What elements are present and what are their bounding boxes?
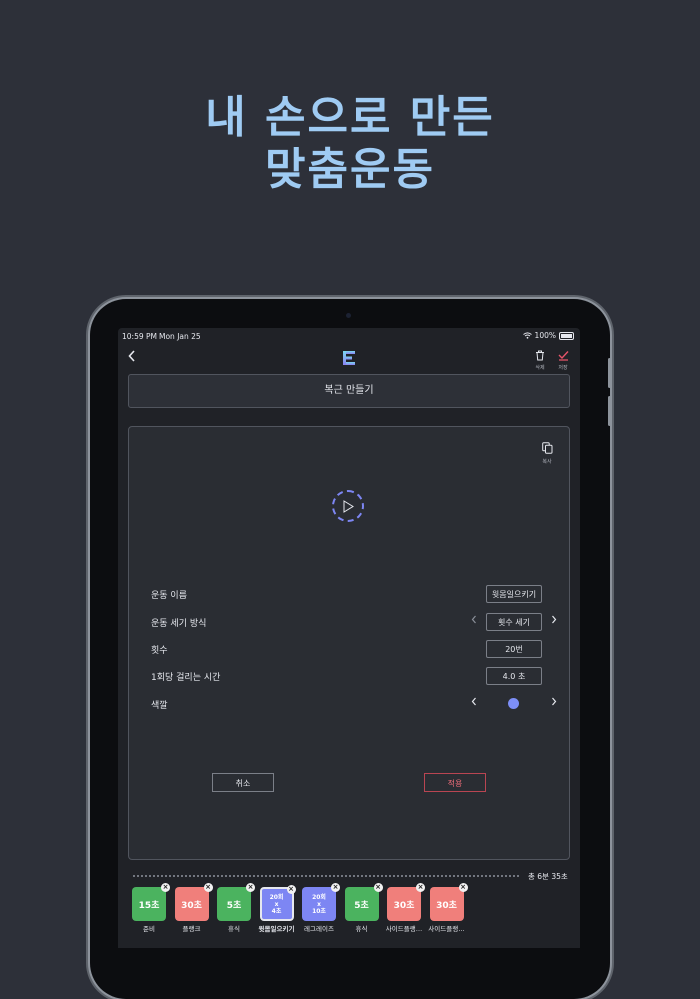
tablet-volume-down xyxy=(608,396,611,426)
battery-icon xyxy=(559,331,574,340)
timeline-card-value: 20회 x 10초 xyxy=(312,894,326,915)
color-label: 색깔 xyxy=(151,701,168,711)
count-mode-next-button[interactable] xyxy=(551,615,557,627)
remove-card-close-icon[interactable]: × xyxy=(416,883,425,892)
reps-label: 횟수 xyxy=(151,646,168,656)
remove-card-close-icon[interactable]: × xyxy=(286,885,296,894)
remove-card-close-icon[interactable]: × xyxy=(373,883,383,892)
delete-label: 삭제 xyxy=(535,365,545,371)
timeline-progress-dots xyxy=(132,875,520,877)
count-mode-label: 운동 세기 방식 xyxy=(151,619,207,629)
headline-line-2: 맞춤운동 xyxy=(265,144,435,195)
chevron-left-icon xyxy=(471,615,476,624)
timeline-card-value-line: 20회 xyxy=(269,893,284,901)
tablet-volume-up xyxy=(608,358,611,388)
timeline-card-label: 사이드플랭… xyxy=(428,925,465,933)
wifi-icon xyxy=(522,332,532,339)
status-date: Mon Jan 25 xyxy=(159,332,201,341)
exercise-name-label: 운동 이름 xyxy=(151,591,187,601)
nav-bar: 삭제 저장 xyxy=(118,346,580,374)
save-button[interactable]: 저장 xyxy=(552,346,574,371)
tablet-top-button xyxy=(520,297,544,299)
timeline-card[interactable]: 5초 × xyxy=(344,883,383,921)
color-prev-button[interactable] xyxy=(471,697,477,709)
play-preview-button[interactable] xyxy=(332,490,364,522)
status-time: 10:59 PM xyxy=(122,332,157,341)
total-time: 총 6분 35초 xyxy=(528,872,568,881)
timeline-card-label: 윗몸일으키기 xyxy=(258,925,295,933)
timeline-card-value: 20회 x 4초 xyxy=(270,894,284,915)
play-icon xyxy=(343,499,354,513)
chevron-left-icon xyxy=(471,697,476,706)
timeline-card-label: 준비 xyxy=(143,925,155,933)
timeline-card-value: 30초 xyxy=(436,900,457,911)
timeline-card-value-line: x xyxy=(317,900,321,908)
time-per-rep-row: 1회당 걸리는 시간 4.0 초 xyxy=(129,667,569,687)
timeline-card-value: 15초 xyxy=(138,900,160,911)
timeline-card-value-line: x xyxy=(274,900,279,908)
timeline-card[interactable]: 20회 x 10초 × xyxy=(302,883,340,921)
timeline-card[interactable]: 30초 × xyxy=(387,883,425,921)
timeline-card-label: 레그레이즈 xyxy=(304,925,334,933)
app-logo-icon xyxy=(343,351,355,365)
delete-button[interactable]: 삭제 xyxy=(529,346,551,371)
copy-button[interactable]: 복사 xyxy=(537,439,557,465)
remove-card-close-icon[interactable]: × xyxy=(203,883,213,892)
timeline-card-value: 30초 xyxy=(393,900,415,911)
timeline-card[interactable]: 30초 × xyxy=(174,883,213,921)
timeline-card-value-line: 4초 xyxy=(271,907,282,915)
timeline-card[interactable]: 15초 × xyxy=(132,883,170,921)
tablet-camera xyxy=(346,313,351,318)
copy-icon xyxy=(541,442,552,454)
color-swatch[interactable] xyxy=(508,698,519,709)
trash-icon xyxy=(536,350,544,361)
status-bar: 10:59 PM Mon Jan 25 100% xyxy=(118,328,580,344)
app-screen: 10:59 PM Mon Jan 25 100% 삭제 저장 복근 만들기 복사… xyxy=(118,328,580,948)
chevron-left-icon xyxy=(128,350,135,362)
status-right: 100% xyxy=(522,331,574,340)
timeline-card-label: 플랭크 xyxy=(182,925,201,933)
count-mode-value: 횟수 세기 xyxy=(486,613,542,631)
color-next-button[interactable] xyxy=(551,697,557,709)
timeline-card-value-line: 10초 xyxy=(312,907,326,915)
count-mode-row: 운동 세기 방식 횟수 세기 xyxy=(129,613,569,633)
timeline-card[interactable]: 5초 × xyxy=(217,883,255,921)
exercise-name-row: 운동 이름 윗몸일으키기 xyxy=(129,585,569,605)
reps-row: 횟수 20번 xyxy=(129,640,569,660)
count-mode-prev-button[interactable] xyxy=(471,615,477,627)
headline-line-1: 내 손으로 만든 xyxy=(205,92,495,143)
save-check-icon xyxy=(558,351,569,361)
timeline-card[interactable]: 30초 × xyxy=(429,883,468,921)
remove-card-close-icon[interactable]: × xyxy=(246,883,255,892)
remove-card-close-icon[interactable]: × xyxy=(161,883,170,892)
back-button[interactable] xyxy=(128,350,136,366)
timeline-card-value: 30초 xyxy=(181,900,202,911)
time-per-rep-label: 1회당 걸리는 시간 xyxy=(151,673,221,683)
timeline-card-label: 휴식 xyxy=(228,925,240,933)
timeline-card[interactable]: 20회 x 4초 × xyxy=(259,885,296,921)
apply-button[interactable]: 적용 xyxy=(424,773,486,792)
copy-label: 복사 xyxy=(542,459,552,465)
chevron-right-icon xyxy=(552,697,557,706)
timeline-card-value-line: 20회 xyxy=(312,893,326,901)
timeline-card-label: 사이드플랭… xyxy=(385,925,423,933)
reps-input[interactable]: 20번 xyxy=(486,640,542,658)
cancel-button[interactable]: 취소 xyxy=(212,773,274,792)
routine-title-field[interactable]: 복근 만들기 xyxy=(128,374,570,408)
timeline-card-label: 휴식 xyxy=(355,925,368,933)
timeline-card-value: 5초 xyxy=(354,900,369,911)
chevron-right-icon xyxy=(552,615,557,624)
battery-percent: 100% xyxy=(534,331,556,340)
exercise-editor-panel: 복사 운동 이름 윗몸일으키기 운동 세기 방식 횟수 세기 횟수 20번 1회… xyxy=(128,426,570,860)
timeline-card-value: 5초 xyxy=(226,900,242,911)
remove-card-close-icon[interactable]: × xyxy=(458,883,468,892)
exercise-name-input[interactable]: 윗몸일으키기 xyxy=(486,585,542,603)
save-label: 저장 xyxy=(558,365,568,371)
color-row: 색깔 xyxy=(129,695,569,715)
exercise-timeline-strip: 15초 × 준비 30초 × 플랭크 5초 × 휴식 20회 x 4초 × 윗몸일으키기 20회 x 10초 × 레… xyxy=(132,883,572,947)
promo-headline: 내 손으로 만든 맞춤운동 xyxy=(0,92,700,196)
time-per-rep-input[interactable]: 4.0 초 xyxy=(486,667,542,685)
remove-card-close-icon[interactable]: × xyxy=(331,883,340,892)
